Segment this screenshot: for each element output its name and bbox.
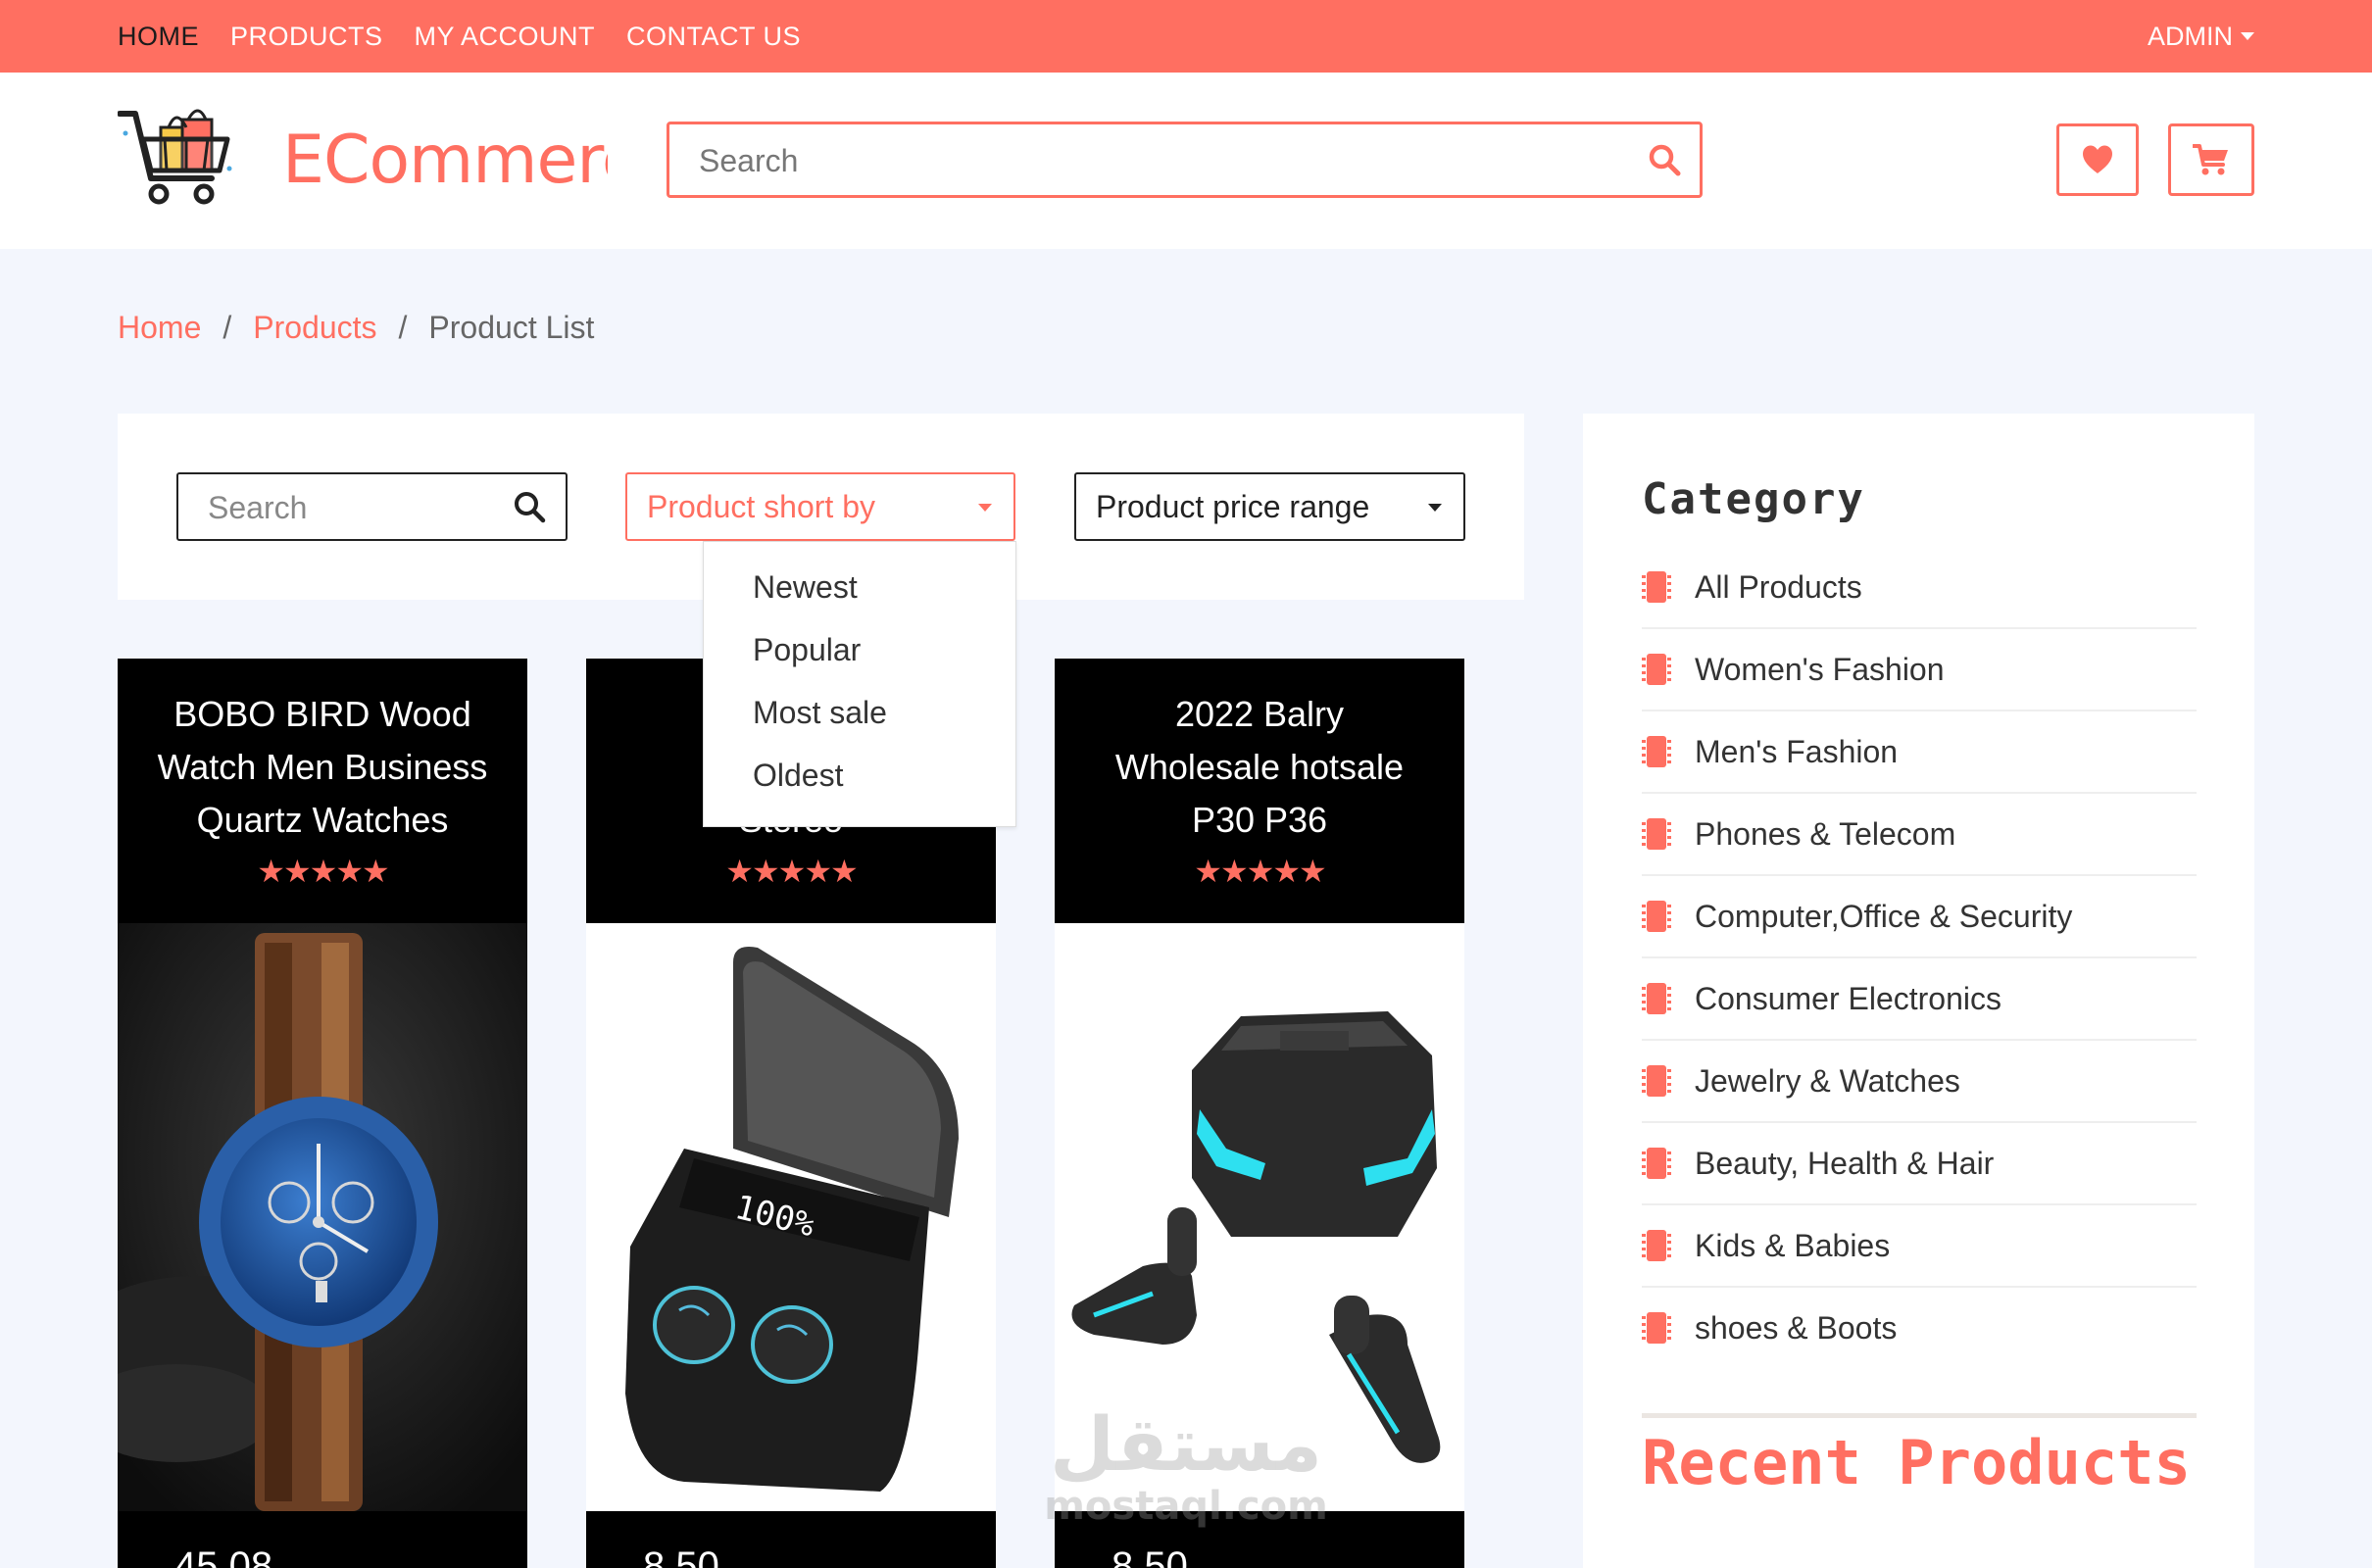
category-item[interactable]: Jewelry & Watches (1642, 1041, 2197, 1123)
category-label: Beauty, Health & Hair (1695, 1145, 1995, 1181)
nav-my-account[interactable]: MY ACCOUNT (415, 22, 596, 52)
breadcrumb-products[interactable]: Products (253, 310, 376, 346)
price-range-label: Product price range (1096, 489, 1370, 524)
category-label: Kids & Babies (1695, 1227, 1891, 1263)
breadcrumb-separator: / (398, 310, 408, 345)
category-item[interactable]: All Products (1642, 547, 2197, 629)
category-item[interactable]: Computer,Office & Security (1642, 876, 2197, 958)
chip-icon (1642, 571, 1671, 603)
sort-option-most-sale[interactable]: Most sale (753, 695, 887, 731)
cart-icon (2193, 144, 2228, 175)
product-search-box (176, 472, 568, 541)
watermark-arabic: مستقل (1050, 1400, 1322, 1488)
chip-icon (1642, 1065, 1671, 1097)
product-price: 8.50 (643, 1544, 719, 1568)
admin-label: ADMIN (2148, 21, 2233, 51)
category-label: All Products (1695, 568, 1862, 605)
wishlist-button[interactable] (2056, 123, 2139, 196)
chip-icon (1642, 1148, 1671, 1179)
nav-contact-us[interactable]: CONTACT US (626, 22, 801, 52)
admin-dropdown[interactable]: ADMIN (2148, 0, 2254, 73)
shopping-cart-logo[interactable] (118, 100, 237, 220)
category-item[interactable]: Phones & Telecom (1642, 794, 2197, 876)
product-price: 8.50 (1112, 1544, 1188, 1568)
chip-icon (1642, 654, 1671, 685)
breadcrumb: Home / Products / Product List (118, 310, 594, 346)
caret-down-icon (978, 504, 992, 512)
category-item[interactable]: Women's Fashion (1642, 629, 2197, 711)
chip-icon (1642, 818, 1671, 850)
breadcrumb-home[interactable]: Home (118, 310, 201, 346)
sidebar-divider (1642, 1413, 2197, 1418)
product-image-watch[interactable] (118, 923, 527, 1511)
category-sidebar: Category All Products Women's Fashion Me… (1583, 414, 2254, 1568)
header-search-input[interactable] (669, 124, 1642, 197)
product-price: 45.08 (174, 1544, 273, 1568)
chip-icon (1642, 901, 1671, 932)
category-label: Women's Fashion (1695, 651, 1945, 687)
chip-icon (1642, 736, 1671, 767)
rating-stars: ★★★★★ (725, 854, 858, 889)
category-label: shoes & Boots (1695, 1309, 1898, 1346)
chip-icon (1642, 1312, 1671, 1344)
category-list: All Products Women's Fashion Men's Fashi… (1642, 547, 2197, 1368)
chip-icon (1642, 983, 1671, 1014)
rating-stars: ★★★★★ (257, 854, 389, 889)
category-item[interactable]: Kids & Babies (1642, 1205, 2197, 1288)
cart-button[interactable] (2168, 123, 2254, 196)
sort-option-oldest[interactable]: Oldest (753, 758, 843, 794)
product-title-line: Quartz Watches (196, 800, 449, 840)
product-title-line: BOBO BIRD Wood (173, 694, 471, 734)
category-label: Phones & Telecom (1695, 815, 1956, 852)
brand-name[interactable]: ECommerce (282, 122, 608, 199)
product-title[interactable]: BOBO BIRD Wood Watch Men Business Quartz… (137, 688, 508, 847)
product-card[interactable]: BOBO BIRD Wood Watch Men Business Quartz… (118, 659, 527, 1568)
category-label: Jewelry & Watches (1695, 1062, 1960, 1099)
caret-down-icon (1428, 504, 1442, 512)
category-label: Men's Fashion (1695, 733, 1899, 769)
category-label: Computer,Office & Security (1695, 898, 2073, 934)
category-item[interactable]: Beauty, Health & Hair (1642, 1123, 2197, 1205)
nav-home[interactable]: HOME (118, 22, 199, 52)
product-title-line: 2022 Balry (1174, 694, 1345, 734)
product-search-input[interactable] (178, 474, 523, 541)
product-title-line: Watch Men Business (157, 747, 488, 787)
breadcrumb-current: Product List (428, 310, 595, 345)
chip-icon (1642, 1230, 1671, 1261)
price-range-dropdown[interactable]: Product price range (1074, 472, 1465, 541)
caret-down-icon (2241, 32, 2254, 40)
heart-icon (2083, 145, 2112, 173)
search-icon[interactable] (1647, 142, 1682, 177)
category-item[interactable]: shoes & Boots (1642, 1288, 2197, 1368)
sort-option-newest[interactable]: Newest (753, 569, 858, 606)
product-title[interactable]: 2022 Balry Wholesale hotsale P30 P36 (1074, 688, 1445, 847)
rating-stars: ★★★★★ (1194, 854, 1326, 889)
mostaql-watermark: مستقل mostaql.com (1044, 1400, 1328, 1529)
sort-dropdown-menu: Newest Popular Most sale Oldest (703, 541, 1016, 827)
sort-dropdown[interactable]: Product short by (625, 472, 1015, 541)
product-title-line: Wholesale hotsale (1114, 747, 1405, 787)
breadcrumb-separator: / (222, 310, 232, 345)
sort-dropdown-label: Product short by (647, 489, 875, 524)
search-icon[interactable] (513, 490, 546, 523)
site-header: ECommerce (0, 73, 2372, 249)
product-title-line: P30 P36 (1191, 800, 1328, 840)
recent-products-heading: Recent Products (1642, 1427, 2191, 1498)
category-item[interactable]: Consumer Electronics (1642, 958, 2197, 1041)
category-item[interactable]: Men's Fashion (1642, 711, 2197, 794)
nav-products[interactable]: PRODUCTS (230, 22, 383, 52)
category-heading: Category (1642, 474, 1865, 524)
watermark-latin: mostaql.com (1044, 1484, 1328, 1529)
category-label: Consumer Electronics (1695, 980, 2001, 1016)
top-nav-bar: HOME PRODUCTS MY ACCOUNT CONTACT US ADMI… (0, 0, 2372, 73)
header-search (667, 122, 1703, 198)
main-nav: HOME PRODUCTS MY ACCOUNT CONTACT US (118, 0, 801, 73)
product-image-earbuds[interactable]: 100% (586, 923, 996, 1511)
sort-option-popular[interactable]: Popular (753, 632, 861, 668)
